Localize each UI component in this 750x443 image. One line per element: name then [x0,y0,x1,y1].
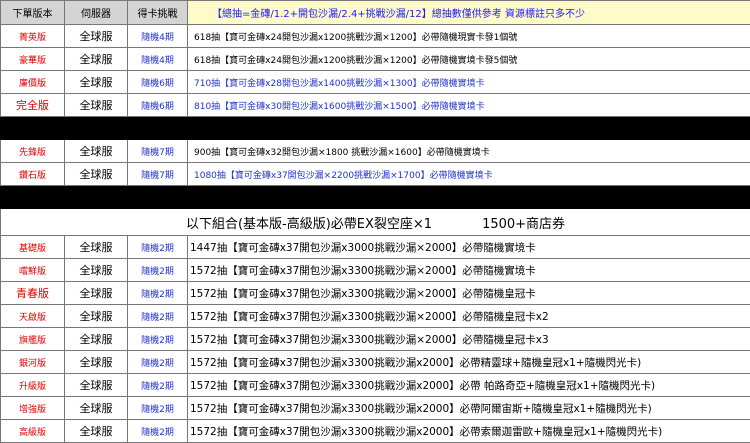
challenge-cell: 隨機2期 [128,305,188,328]
combo-row: 以下組合(基本版-高級版)必帶EX裂空座×1 1500+商店券 [1,209,750,236]
server-cell: 全球服 [65,259,128,282]
table-row: 銀河版 全球服 隨機2期 1572抽【寶可金磚x37開包沙漏x3300挑戰沙漏x… [1,351,750,374]
description-cell: 618抽【寶可金磚x24開包沙漏x1200挑戰沙漏×1200】必帶隨機現實卡發1… [188,25,750,48]
challenge-cell: 隨機2期 [128,282,188,305]
separator-row [1,186,750,209]
version-cell: 完全版 [1,94,65,117]
description-cell: 1572抽【寶可金磚x37開包沙漏x3300挑戰沙漏x2000】必帶 帕路奇亞+… [188,374,750,397]
version-cell: 鑽石版 [1,163,65,186]
server-cell: 全球服 [65,282,128,305]
version-cell: 銀河版 [1,351,65,374]
description-cell: 618抽【寶可金磚x24開包沙漏x1200挑戰沙漏×1200】必帶隨機實境卡發5… [188,48,750,71]
challenge-cell: 隨機4期 [128,48,188,71]
description-cell: 810抽【寶可金磚x30開包沙漏x1600挑戰沙漏×1500】必帶隨機實境卡 [188,94,750,117]
version-cell: 基礎版 [1,236,65,259]
table-row: 增強版 全球服 隨機2期 1572抽【寶可金磚x37開包沙漏x3300挑戰沙漏x… [1,397,750,420]
table-row: 豪華版 全球服 隨機4期 618抽【寶可金磚x24開包沙漏x1200挑戰沙漏×1… [1,48,750,71]
version-cell: 先鋒版 [1,140,65,163]
challenge-cell: 隨機2期 [128,328,188,351]
description-cell: 1572抽【寶可金磚x37開包沙漏x3300挑戰沙漏×2000】必帶隨機實境卡 [188,259,750,282]
header-note: 【總抽=金磚/1.2+開包沙漏/2.4+挑戰沙漏/12】總抽數僅供參考 資源標註… [188,1,750,25]
challenge-cell: 隨機2期 [128,259,188,282]
version-cell: 廉價版 [1,71,65,94]
table-row: 先鋒版 全球服 隨機7期 900抽【寶可金磚x32開包沙漏×1800 挑戰沙漏×… [1,140,750,163]
server-cell: 全球服 [65,397,128,420]
table-row: 廉價版 全球服 隨機6期 710抽【寶可金磚x28開包沙漏x1400挑戰沙漏×1… [1,71,750,94]
description-cell: 1447抽【寶可金磚x37開包沙漏x3000挑戰沙漏×2000】必帶隨機實境卡 [188,236,750,259]
table-row: 升級版 全球服 隨機2期 1572抽【寶可金磚x37開包沙漏x3300挑戰沙漏x… [1,374,750,397]
server-cell: 全球服 [65,163,128,186]
description-cell: 1080抽【寶可金磚x37開包沙漏×2200挑戰沙漏×1700】必帶隨機實境卡 [188,163,750,186]
table-row: 天啟版 全球服 隨機2期 1572抽【寶可金磚x37開包沙漏x3300挑戰沙漏×… [1,305,750,328]
separator-bar [1,186,750,209]
table-row: 旗艦版 全球服 隨機2期 1572抽【寶可金磚x37開包沙漏x3300挑戰沙漏×… [1,328,750,351]
version-cell: 高級版 [1,420,65,443]
table-row: 基礎版 全球服 隨機2期 1447抽【寶可金磚x37開包沙漏x3000挑戰沙漏×… [1,236,750,259]
challenge-cell: 隨機6期 [128,71,188,94]
version-cell: 升級版 [1,374,65,397]
server-cell: 全球服 [65,48,128,71]
version-cell: 嚐鮮版 [1,259,65,282]
header-challenge: 得卡挑戰 [128,1,188,25]
version-cell: 增強版 [1,397,65,420]
header-version: 下單版本 [1,1,65,25]
separator-bar [1,117,750,140]
server-cell: 全球服 [65,374,128,397]
version-cell: 天啟版 [1,305,65,328]
description-cell: 1572抽【寶可金磚x37開包沙漏x3300挑戰沙漏x2000】必帶索爾迦雷歐+… [188,420,750,443]
server-cell: 全球服 [65,71,128,94]
version-cell: 豪華版 [1,48,65,71]
server-cell: 全球服 [65,25,128,48]
version-cell: 旗艦版 [1,328,65,351]
challenge-cell: 隨機2期 [128,351,188,374]
challenge-cell: 隨機7期 [128,163,188,186]
table-row: 高級版 全球服 隨機2期 1572抽【寶可金磚x37開包沙漏x3300挑戰沙漏x… [1,420,750,443]
description-cell: 710抽【寶可金磚x28開包沙漏x1400挑戰沙漏×1300】必帶隨機實境卡 [188,71,750,94]
server-cell: 全球服 [65,94,128,117]
description-cell: 1572抽【寶可金磚x37開包沙漏x3300挑戰沙漏x2000】必帶精靈球+隨機… [188,351,750,374]
version-cell: 青春版 [1,282,65,305]
challenge-cell: 隨機4期 [128,25,188,48]
challenge-cell: 隨機7期 [128,140,188,163]
challenge-cell: 隨機2期 [128,236,188,259]
combo-cell: 以下組合(基本版-高級版)必帶EX裂空座×1 1500+商店券 [1,209,750,236]
server-cell: 全球服 [65,420,128,443]
challenge-cell: 隨機6期 [128,94,188,117]
separator-row [1,117,750,140]
description-cell: 900抽【寶可金磚x32開包沙漏×1800 挑戰沙漏×1600】必帶隨機實境卡 [188,140,750,163]
server-cell: 全球服 [65,140,128,163]
combo-title: 以下組合(基本版-高級版)必帶EX裂空座×1 [186,217,432,232]
table-row: 菁英版 全球服 隨機4期 618抽【寶可金磚x24開包沙漏x1200挑戰沙漏×1… [1,25,750,48]
server-cell: 全球服 [65,236,128,259]
combo-coupon: 1500+商店券 [482,217,565,232]
server-cell: 全球服 [65,305,128,328]
price-table: 下單版本 伺服器 得卡挑戰 【總抽=金磚/1.2+開包沙漏/2.4+挑戰沙漏/1… [0,0,750,443]
challenge-cell: 隨機2期 [128,397,188,420]
description-cell: 1572抽【寶可金磚x37開包沙漏x3300挑戰沙漏×2000】必帶隨機皇冠卡 [188,282,750,305]
description-cell: 1572抽【寶可金磚x37開包沙漏x3300挑戰沙漏×2000】必帶隨機皇冠卡x… [188,328,750,351]
description-cell: 1572抽【寶可金磚x37開包沙漏x3300挑戰沙漏×2000】必帶隨機皇冠卡x… [188,305,750,328]
challenge-cell: 隨機2期 [128,420,188,443]
table-row: 完全版 全球服 隨機6期 810抽【寶可金磚x30開包沙漏x1600挑戰沙漏×1… [1,94,750,117]
table-row: 鑽石版 全球服 隨機7期 1080抽【寶可金磚x37開包沙漏×2200挑戰沙漏×… [1,163,750,186]
description-cell: 1572抽【寶可金磚x37開包沙漏x3300挑戰沙漏x2000】必帶阿爾宙斯+隨… [188,397,750,420]
server-cell: 全球服 [65,351,128,374]
table-row: 嚐鮮版 全球服 隨機2期 1572抽【寶可金磚x37開包沙漏x3300挑戰沙漏×… [1,259,750,282]
header-row: 下單版本 伺服器 得卡挑戰 【總抽=金磚/1.2+開包沙漏/2.4+挑戰沙漏/1… [1,1,750,25]
server-cell: 全球服 [65,328,128,351]
table-row: 青春版 全球服 隨機2期 1572抽【寶可金磚x37開包沙漏x3300挑戰沙漏×… [1,282,750,305]
version-cell: 菁英版 [1,25,65,48]
challenge-cell: 隨機2期 [128,374,188,397]
header-server: 伺服器 [65,1,128,25]
